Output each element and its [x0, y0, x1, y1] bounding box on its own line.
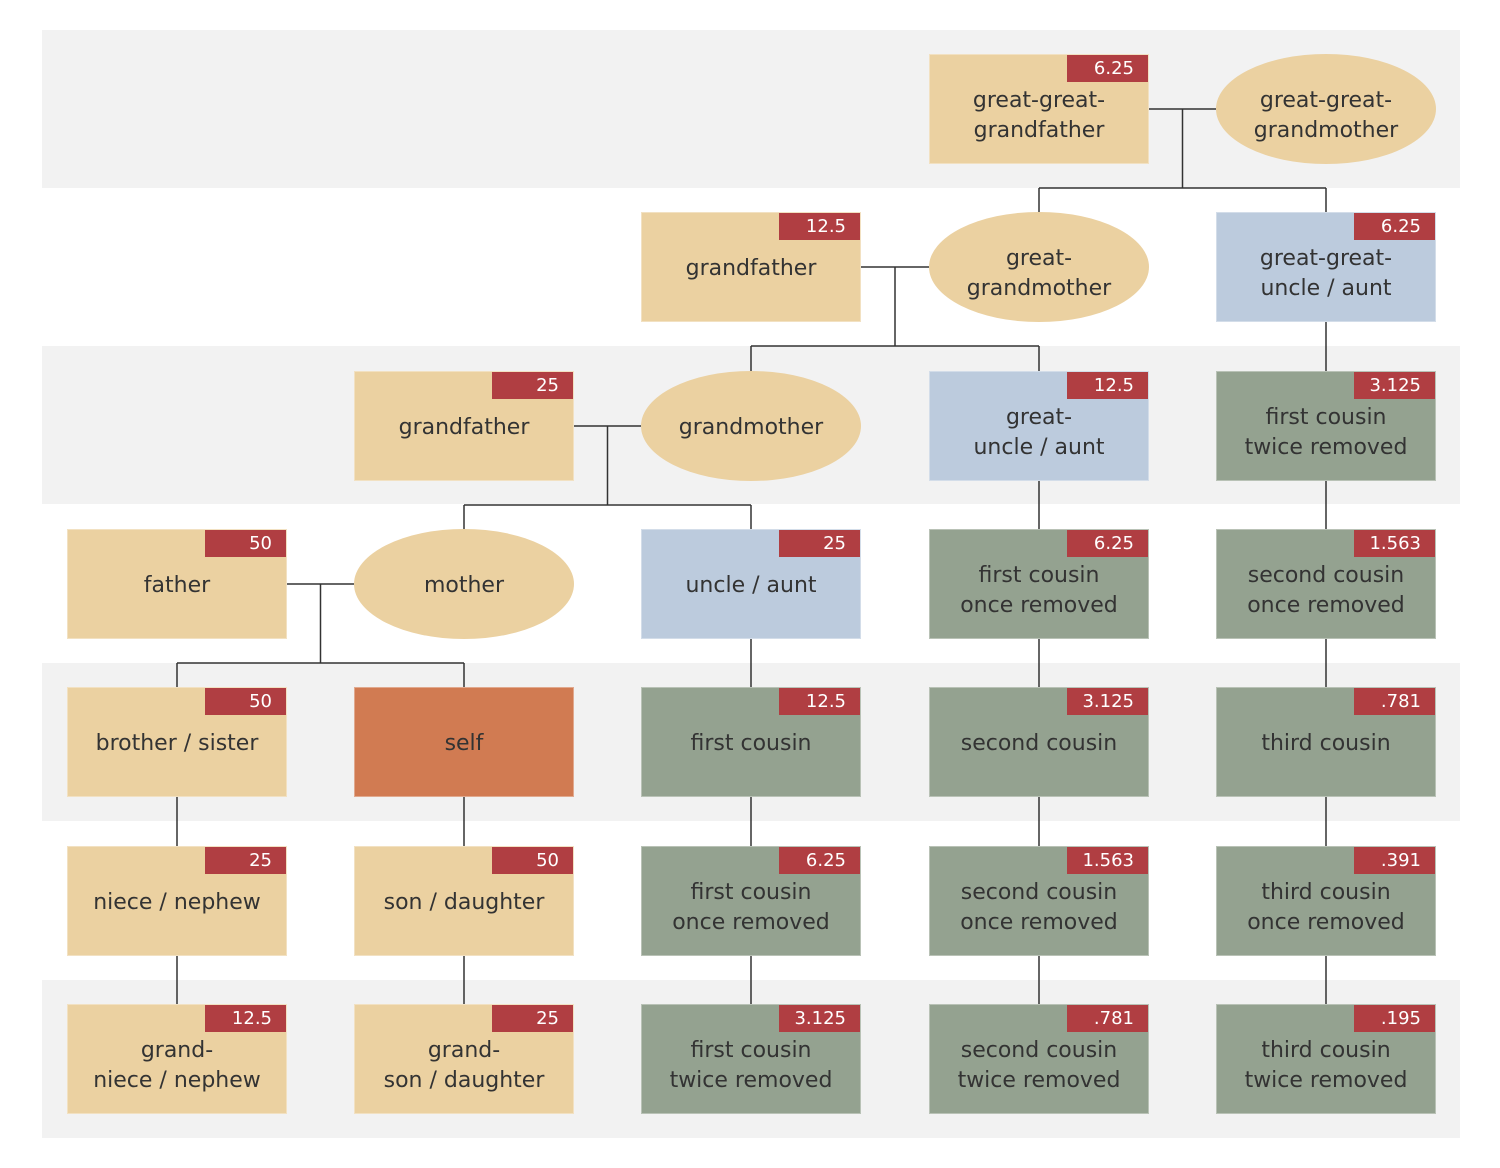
relatedness-badge: 25: [205, 847, 286, 874]
relatedness-badge: 6.25: [1354, 213, 1435, 240]
node-label: grandfather: [398, 415, 530, 440]
node-label: second cousin once removed: [960, 880, 1118, 935]
node-sd[interactable]: son / daughter 50: [354, 846, 574, 956]
relatedness-badge: 12.5: [205, 1005, 286, 1032]
relatedness-badge: 3.125: [1067, 688, 1148, 715]
node-sc1r-d[interactable]: second cousin once removed 1.563: [929, 846, 1149, 956]
node-sc[interactable]: second cousin 3.125: [929, 687, 1149, 797]
relatedness-badge: 6.25: [1067, 55, 1148, 82]
node-label: great- uncle / aunt: [973, 405, 1105, 460]
node-ggm[interactable]: great-great- grandmother: [1216, 54, 1436, 164]
relatedness-badge: .391: [1354, 847, 1435, 874]
node-label: brother / sister: [95, 731, 259, 756]
node-label: uncle / aunt: [685, 573, 817, 598]
relatedness-badge: .781: [1354, 688, 1435, 715]
relatedness-badge: 12.5: [1067, 372, 1148, 399]
node-fc1r-a[interactable]: first cousin once removed 6.25: [929, 529, 1149, 639]
node-label: second cousin: [960, 731, 1118, 756]
node-gf2[interactable]: grandfather 12.5: [641, 212, 861, 322]
node-label: first cousin once removed: [960, 563, 1118, 618]
node-ua[interactable]: uncle / aunt 25: [641, 529, 861, 639]
node-gm[interactable]: grandmother: [641, 371, 861, 481]
node-ggua[interactable]: great-great- uncle / aunt 6.25: [1216, 212, 1436, 322]
node-nn[interactable]: niece / nephew 25: [67, 846, 287, 956]
relatedness-badge: 12.5: [779, 688, 860, 715]
node-tc2r-d[interactable]: third cousin twice removed .195: [1216, 1004, 1436, 1114]
node-label: first cousin: [690, 731, 812, 756]
relatedness-badge: 1.563: [1354, 530, 1435, 557]
node-label: grand- son / daughter: [383, 1038, 545, 1093]
node-label: niece / nephew: [93, 890, 261, 915]
relatedness-badge: .195: [1354, 1005, 1435, 1032]
node-gsd[interactable]: grand- son / daughter 25: [354, 1004, 574, 1114]
node-label: great- grandmother: [966, 246, 1112, 301]
node-tc[interactable]: third cousin .781: [1216, 687, 1436, 797]
node-label: mother: [423, 573, 505, 598]
node-ggf[interactable]: great-great- grandfather 6.25: [929, 54, 1149, 164]
relatedness-badge: 12.5: [779, 213, 860, 240]
node-sc2r-d[interactable]: second cousin twice removed .781: [929, 1004, 1149, 1114]
node-gnn[interactable]: grand- niece / nephew 12.5: [67, 1004, 287, 1114]
relatedness-badge: 6.25: [779, 847, 860, 874]
node-label: third cousin twice removed: [1244, 1038, 1408, 1093]
relatedness-badge: 3.125: [779, 1005, 860, 1032]
relatedness-badge: 25: [779, 530, 860, 557]
node-label: grandmother: [678, 415, 824, 440]
node-tc1r-d[interactable]: third cousin once removed .391: [1216, 846, 1436, 956]
node-fc2r-d[interactable]: first cousin twice removed 3.125: [641, 1004, 861, 1114]
node-label: son / daughter: [383, 890, 545, 915]
node-label: first cousin twice removed: [669, 1038, 833, 1093]
node-fc[interactable]: first cousin 12.5: [641, 687, 861, 797]
relatedness-badge: 25: [492, 372, 573, 399]
node-gua[interactable]: great- uncle / aunt 12.5: [929, 371, 1149, 481]
node-label: first cousin once removed: [672, 880, 830, 935]
node-fc2r-a[interactable]: first cousin twice removed 3.125: [1216, 371, 1436, 481]
node-label: great-great- uncle / aunt: [1259, 246, 1393, 301]
node-self[interactable]: self: [354, 687, 574, 797]
node-gf[interactable]: grandfather 25: [354, 371, 574, 481]
relatedness-badge: 25: [492, 1005, 573, 1032]
node-label: third cousin: [1261, 731, 1391, 756]
relatedness-badge: 3.125: [1354, 372, 1435, 399]
relatedness-badge: 6.25: [1067, 530, 1148, 557]
relatedness-badge: 1.563: [1067, 847, 1148, 874]
node-sib[interactable]: brother / sister 50: [67, 687, 287, 797]
node-label: first cousin twice removed: [1244, 405, 1408, 460]
node-label: second cousin twice removed: [957, 1038, 1121, 1093]
node-label: grand- niece / nephew: [93, 1038, 261, 1093]
node-label: self: [444, 731, 484, 756]
relatedness-badge: .781: [1067, 1005, 1148, 1032]
node-label: grandfather: [685, 256, 817, 281]
relatedness-badge: 50: [205, 688, 286, 715]
relatedness-badge: 50: [492, 847, 573, 874]
node-label: third cousin once removed: [1247, 880, 1405, 935]
node-ggm2[interactable]: great- grandmother: [929, 212, 1149, 322]
node-label: second cousin once removed: [1247, 563, 1405, 618]
node-label: great-great- grandfather: [972, 88, 1106, 143]
node-mother[interactable]: mother: [354, 529, 574, 639]
relatedness-badge: 50: [205, 530, 286, 557]
node-label: father: [143, 573, 211, 598]
node-sc1r-a[interactable]: second cousin once removed 1.563: [1216, 529, 1436, 639]
node-father[interactable]: father 50: [67, 529, 287, 639]
node-fc1r-d[interactable]: first cousin once removed 6.25: [641, 846, 861, 956]
node-label: great-great- grandmother: [1253, 88, 1399, 143]
